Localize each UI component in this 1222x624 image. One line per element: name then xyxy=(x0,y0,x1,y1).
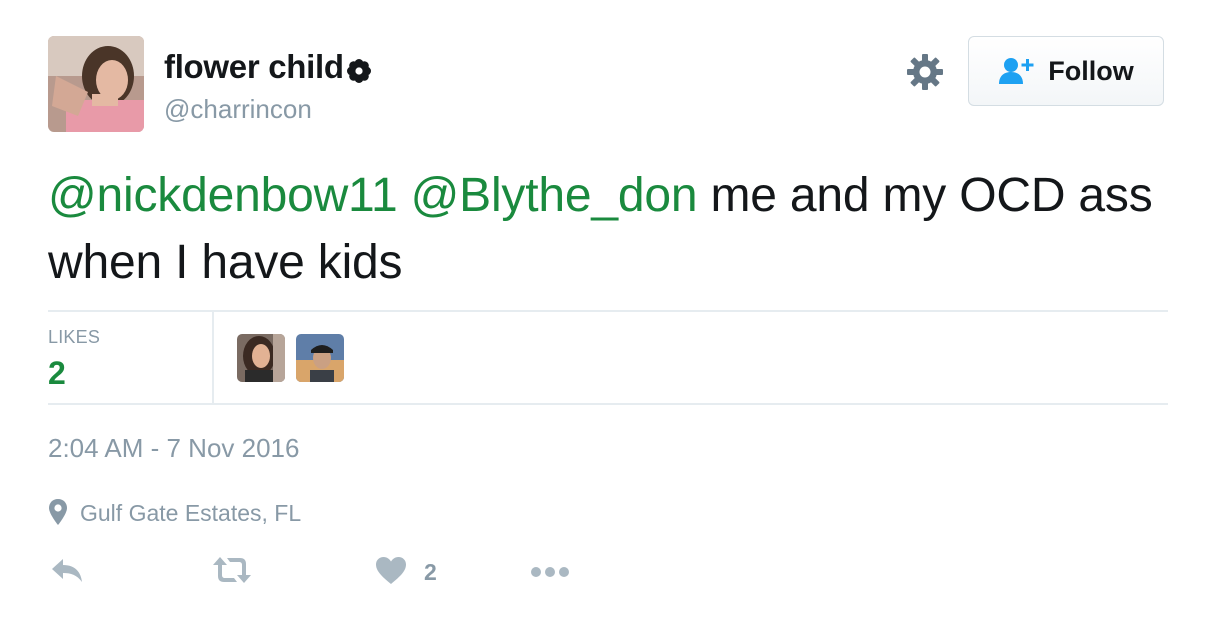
retweet-icon[interactable] xyxy=(212,555,252,590)
follow-label: Follow xyxy=(1048,55,1134,86)
mention-link[interactable]: @nickdenbow11 xyxy=(48,169,398,222)
person-add-icon xyxy=(999,58,1034,84)
display-name[interactable]: flower child xyxy=(164,48,372,86)
divider xyxy=(48,310,1168,312)
liker-avatar[interactable] xyxy=(237,334,285,382)
likes-label[interactable]: LIKES xyxy=(48,327,100,348)
location-pin-icon xyxy=(48,498,68,526)
likes-count[interactable]: 2 xyxy=(48,355,66,392)
divider xyxy=(48,403,1168,405)
location[interactable]: Gulf Gate Estates, FL xyxy=(80,500,301,527)
gear-icon[interactable] xyxy=(905,52,945,92)
user-handle[interactable]: @charrincon xyxy=(164,94,312,125)
avatar[interactable] xyxy=(48,36,144,132)
timestamp[interactable]: 2:04 AM - 7 Nov 2016 xyxy=(48,433,299,464)
reply-icon[interactable] xyxy=(50,555,84,590)
mention-link[interactable]: @Blythe_don xyxy=(411,169,698,222)
tweet-text: @nickdenbow11 @Blythe_don me and my OCD … xyxy=(48,162,1178,296)
liker-avatar[interactable] xyxy=(296,334,344,382)
divider xyxy=(212,312,214,405)
like-count: 2 xyxy=(424,559,437,585)
flower-icon xyxy=(346,54,372,83)
display-name-text: flower child xyxy=(164,48,344,85)
more-icon[interactable] xyxy=(530,565,570,583)
follow-button[interactable]: Follow xyxy=(968,36,1164,106)
heart-icon[interactable] xyxy=(374,555,408,590)
